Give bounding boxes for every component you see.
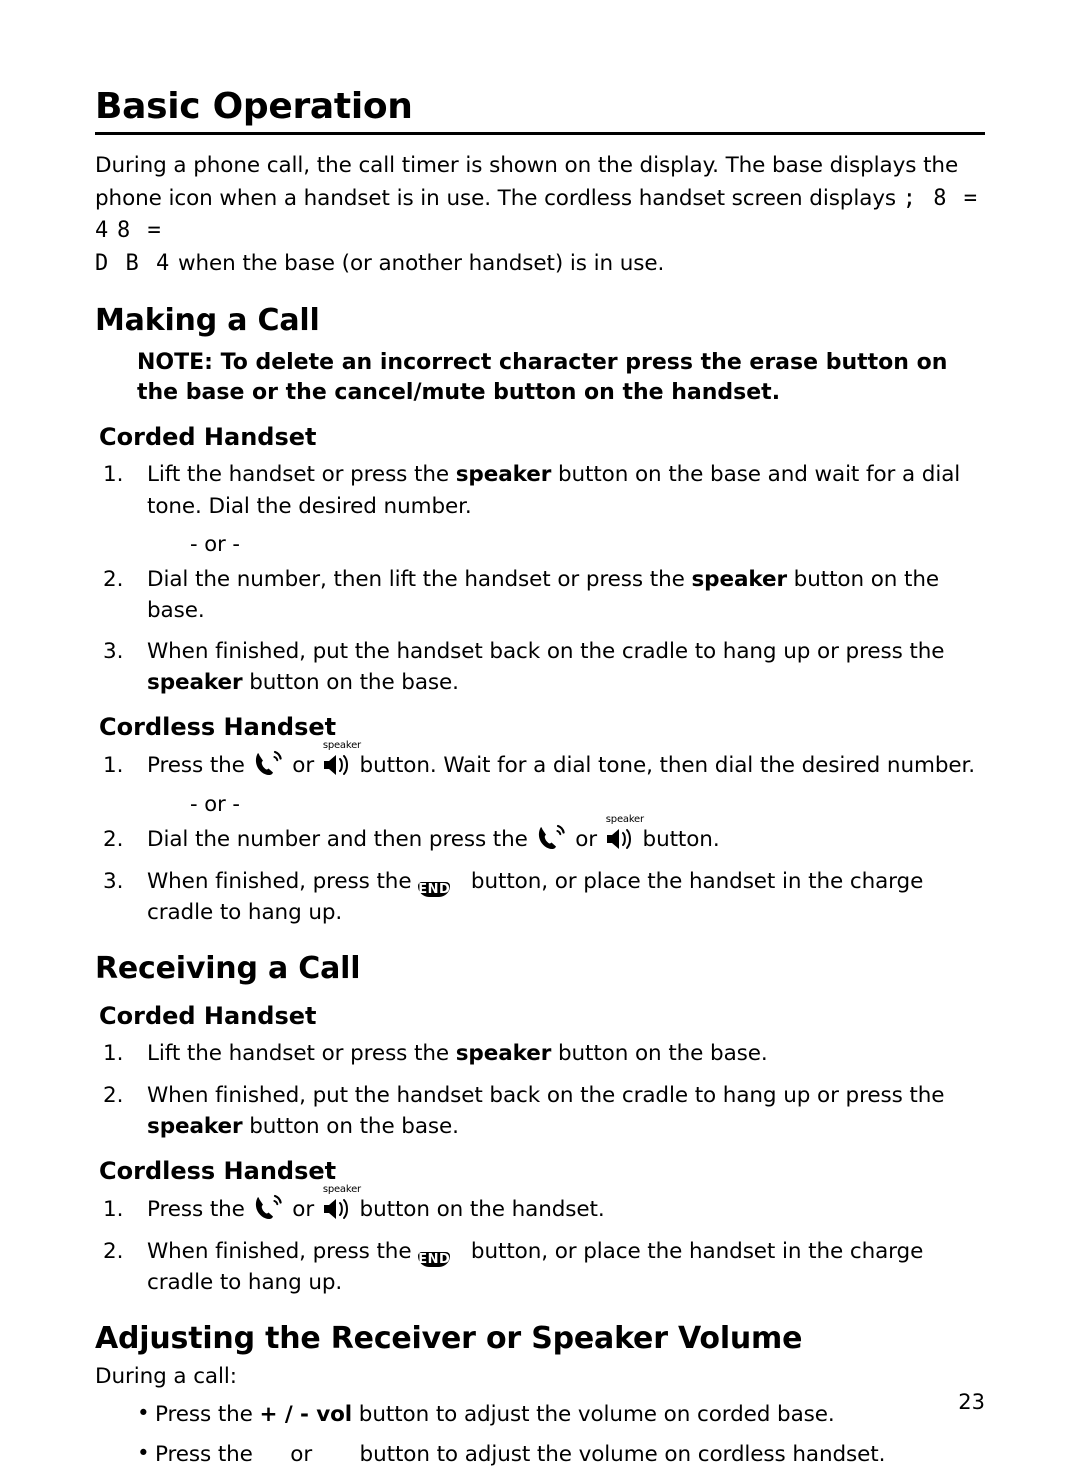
list-item: 1. Press the or speaker button. Wait for… [95,740,985,782]
step-text-post: button on the handset. [359,1196,605,1222]
title-divider [95,131,985,135]
step-text-post: button. Wait for a dial tone, then dial … [359,752,976,778]
step-text-bold: speaker [455,462,552,488]
subheading-corded-handset-making: Corded Handset [99,422,317,451]
subheading-cordless-handset-receiving: Cordless Handset [99,1156,337,1185]
bullet-text-post: button to adjust the volume on corded ba… [352,1401,835,1427]
step-number: 3. [103,868,124,894]
step-text-post: button. [642,826,720,852]
step-text-pre: When finished, press the [147,868,412,894]
step-text-post: button on the base. [242,670,459,696]
corded-making-steps: 1. Lift the handset or press the speaker… [95,459,985,521]
intro-line-2-text: phone icon when a handset is in use. The… [95,186,897,212]
intro-line-3: D B 4 when the base (or another handset)… [95,248,985,280]
step-text-post: button on the base. [551,1041,768,1067]
step-text-pre: Press the [147,752,245,778]
bullet-dot: • [137,1441,150,1467]
talk-handset-icon [252,1194,286,1222]
list-item: 1. Press the or speaker button on the ha… [95,1184,985,1226]
end-button-label: END [418,1251,451,1267]
step-number: 1. [103,1041,124,1067]
lcd-glyphs-3: D B 4 [95,251,172,277]
step-text-bold: speaker [147,670,243,696]
speaker-icon-label: speaker [605,813,644,825]
step-text-pre: Dial the number and then press the [147,826,528,852]
intro-line-2: phone icon when a handset is in use. The… [95,183,985,246]
intro-paragraph: During a phone call, the call timer is s… [95,151,985,280]
step-number: 2. [103,1082,124,1108]
subheading-cordless-handset-making: Cordless Handset [99,713,337,742]
list-item: 3. When finished, press the END button, … [95,866,985,928]
bullet-dot: • [137,1400,150,1426]
intro-line-3-text: when the base (or another handset) is in… [177,251,665,277]
list-item: 2. When finished, press the END button, … [95,1236,985,1298]
bullet-text-bold: + / - vol [259,1401,353,1427]
step-number: 2. [103,566,124,592]
step-text-post: button on the base. [242,1113,459,1139]
step-text-mid: or [292,752,315,778]
list-item: 3. When finished, put the handset back o… [95,636,985,698]
page-number: 23 [958,1390,985,1414]
note-text: NOTE: To delete an incorrect character p… [137,350,948,406]
cordless-receiving-steps: 1. Press the or speaker button on the ha… [95,1184,985,1298]
subheading-corded-handset-receiving: Corded Handset [99,1001,317,1030]
speaker-icon-label: speaker [322,739,361,751]
step-number: 1. [103,752,124,778]
end-button-icon: END [418,1241,464,1267]
step-number: 2. [103,1238,124,1264]
end-button-label: END [418,881,451,897]
list-item: 2. Dial the number, then lift the handse… [95,564,985,626]
step-text-mid: or [292,1196,315,1222]
or-separator-2: - or - [190,791,240,816]
intro-line-1: During a phone call, the call timer is s… [95,152,959,178]
corded-receiving-steps: 1. Lift the handset or press the speaker… [95,1038,985,1142]
step-text-pre: When finished, press the [147,1238,412,1264]
or-separator-1: - or - [190,531,240,556]
bullet-text-post: button to adjust the volume on cordless … [359,1442,886,1468]
talk-handset-icon [252,750,286,778]
section-adjusting-volume: Adjusting the Receiver or Speaker Volume [95,1320,803,1356]
step-number: 1. [103,1196,124,1222]
lcd-glyphs-2: 8 = [116,217,163,243]
end-button-icon: END [418,871,464,897]
during-a-call-text: During a call: [95,1364,237,1390]
step-text-pre: When finished, put the handset back on t… [147,639,945,665]
list-item: 1. Lift the handset or press the speaker… [95,1038,985,1069]
step-text-pre: Press the [147,1196,245,1222]
talk-handset-icon [535,824,569,852]
section-receiving-a-call: Receiving a Call [95,951,361,987]
cordless-making-step-1: 1. Press the or speaker button. Wait for… [95,740,985,782]
step-text-pre: Dial the number, then lift the handset o… [147,566,692,592]
step-number: 2. [103,826,124,852]
section-making-a-call: Making a Call [95,302,320,338]
list-item: 2. When finished, put the handset back o… [95,1080,985,1142]
step-text-pre: When finished, put the handset back on t… [147,1082,945,1108]
step-text-mid: or [575,826,598,852]
step-text-bold: speaker [147,1113,243,1139]
corded-making-steps-2: 2. Dial the number, then lift the handse… [95,564,985,699]
speaker-icon-label: speaker [322,1183,361,1195]
step-text-pre: Lift the handset or press the [147,1041,456,1067]
list-item: • Press the or button to adjust the volu… [95,1439,985,1471]
speaker-icon: speaker [321,1184,361,1226]
cordless-making-steps-rest: 2. Dial the number and then press the or… [95,814,985,928]
step-text-bold: speaker [455,1041,552,1067]
manual-page: Basic Operation During a phone call, the… [0,86,1080,1467]
step-number: 1. [103,462,124,488]
step-number: 3. [103,639,124,665]
list-item: 1. Lift the handset or press the speaker… [95,459,985,521]
bullet-text-pre: Press the [155,1401,260,1427]
step-text-bold: speaker [691,566,787,592]
speaker-icon: speaker [321,740,361,782]
bullet-text-pre: Press the [155,1442,253,1468]
step-text-pre: Lift the handset or press the [147,462,456,488]
page-title: Basic Operation [95,86,413,127]
bullet-text-mid: or [290,1442,313,1468]
list-item: 2. Dial the number and then press the or… [95,814,985,856]
list-item: • Press the + / - vol button to adjust t… [95,1399,985,1431]
volume-bullets: • Press the + / - vol button to adjust t… [95,1399,985,1471]
speaker-icon: speaker [604,814,644,856]
